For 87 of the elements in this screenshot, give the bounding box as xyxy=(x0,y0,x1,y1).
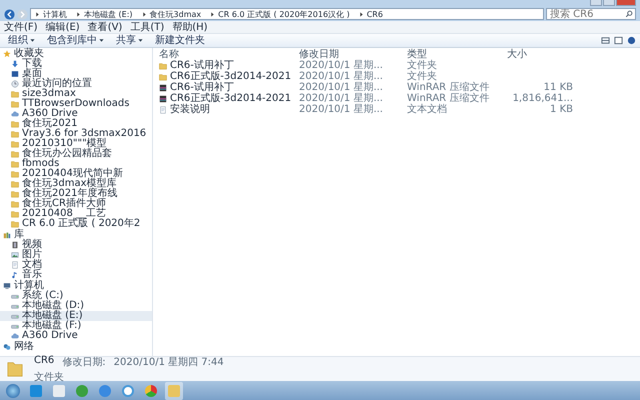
sidebar-item[interactable]: A360 Drive xyxy=(0,331,152,341)
cloud-icon xyxy=(11,332,19,340)
sidebar-item[interactable]: 食住玩2021 xyxy=(0,119,152,129)
drive-icon xyxy=(11,292,19,300)
maximize-button[interactable] xyxy=(603,0,615,6)
network-icon xyxy=(3,343,11,351)
film-icon xyxy=(11,241,19,249)
item-type: 文件夹 xyxy=(34,370,65,384)
menu-item[interactable]: 查看(V) xyxy=(88,22,122,32)
date-value: 2020/10/1 星期四 7:44 xyxy=(114,356,224,368)
download-icon xyxy=(11,60,19,68)
sidebar-heading[interactable]: 库 xyxy=(0,230,152,240)
sidebar-item[interactable]: 本地磁盘 (E:) xyxy=(0,311,152,321)
sidebar-item[interactable]: 视频 xyxy=(0,240,152,250)
toolbar-button[interactable]: 组织 xyxy=(4,35,39,46)
column-header[interactable]: 修改日期 xyxy=(299,48,407,60)
desktop-icon xyxy=(11,70,19,78)
column-header[interactable]: 大小 xyxy=(507,48,573,60)
search-icon[interactable] xyxy=(625,10,633,18)
sidebar-item[interactable]: 系统 (C:) xyxy=(0,291,152,301)
back-button[interactable] xyxy=(4,8,15,20)
sidebar-item[interactable]: 食住玩CR插件大师 xyxy=(0,199,152,209)
sidebar-item[interactable]: 食住玩3dmax模型库 xyxy=(0,179,152,189)
column-header[interactable]: 类型 xyxy=(407,48,507,60)
sidebar-item[interactable]: 20210408 __工艺 xyxy=(0,209,152,219)
document-icon xyxy=(11,261,19,269)
file-row[interactable]: 安装说明 2020/10/1 星期... 文本文档 1 KB xyxy=(159,104,640,115)
sidebar-item[interactable]: 20210310"""模型 xyxy=(0,139,152,149)
picture-icon xyxy=(11,251,19,259)
menu-item[interactable]: 文件(F) xyxy=(4,22,38,32)
menu-item[interactable]: 工具(T) xyxy=(130,22,164,32)
sidebar-item[interactable]: 桌面 xyxy=(0,69,152,79)
chevron-icon[interactable] xyxy=(35,12,40,16)
cloud-icon xyxy=(11,110,19,118)
archive-icon xyxy=(159,84,167,92)
item-name: CR6 xyxy=(34,354,54,368)
star-icon xyxy=(3,50,11,58)
sidebar-item[interactable]: CR 6.0 正式版 ( 2020年2 xyxy=(0,219,152,229)
drive-icon xyxy=(11,312,19,320)
preview-pane-icon[interactable] xyxy=(614,36,623,45)
sidebar-item[interactable]: 图片 xyxy=(0,250,152,260)
column-header[interactable]: 名称 xyxy=(159,48,299,60)
sidebar-item[interactable]: size3dmax xyxy=(0,89,152,99)
clock-icon xyxy=(11,80,19,88)
sidebar-item[interactable]: TTBrowserDownloads xyxy=(0,99,152,109)
chevron-icon[interactable] xyxy=(142,12,147,16)
toolbar-button[interactable]: 新建文件夹 xyxy=(151,35,209,46)
document-icon xyxy=(159,106,167,114)
file-row[interactable]: CR6正式版-3d2014-2021 2020/10/1 星期... WinRAR 压缩文件 1,816,641... xyxy=(159,93,640,104)
file-row[interactable]: CR6-试用补丁 2020/10/1 星期... 文件夹 xyxy=(159,60,640,71)
date-label: 修改日期: xyxy=(62,356,106,368)
menu-item[interactable]: 帮助(H) xyxy=(172,22,208,32)
chevron-icon[interactable] xyxy=(358,12,364,16)
archive-icon xyxy=(159,94,167,102)
sidebar-item[interactable]: 文档 xyxy=(0,260,152,270)
chevron-icon[interactable] xyxy=(210,12,216,16)
sidebar-item[interactable]: 下载 xyxy=(0,59,152,69)
sidebar-item[interactable]: 食住玩办公园精品套 xyxy=(0,149,152,159)
address-bar[interactable]: 计算机 本地磁盘 (E:) 食住玩3dmax CR 6.0 正式版 ( 2020年2016汉化 ) CR6 xyxy=(30,8,544,20)
drive-icon xyxy=(11,322,19,330)
sidebar-item[interactable]: 最近访问的位置 xyxy=(0,79,152,89)
drive-icon xyxy=(11,302,19,310)
sidebar-item[interactable]: fbmods xyxy=(0,159,152,169)
library-icon xyxy=(3,231,11,239)
sidebar-item[interactable]: 音乐 xyxy=(0,270,152,280)
computer-icon xyxy=(3,282,11,290)
sidebar-heading[interactable]: 计算机 xyxy=(0,281,152,291)
toolbar-button[interactable]: 共享 xyxy=(112,35,147,46)
file-row[interactable]: CR6正式版-3d2014-2021 2020/10/1 星期... 文件夹 xyxy=(159,71,640,82)
sidebar-item[interactable]: A360 Drive xyxy=(0,109,152,119)
chevron-icon[interactable] xyxy=(76,12,81,16)
sidebar-heading[interactable]: 收藏夹 xyxy=(0,49,152,59)
minimize-button[interactable] xyxy=(590,0,602,6)
toolbar-button[interactable]: 包含到库中 xyxy=(43,35,108,46)
sidebar-item[interactable]: 食住玩2021年度布线 xyxy=(0,189,152,199)
sidebar-item[interactable]: Vray3.6 for 3dsmax2016 xyxy=(0,129,152,139)
file-row[interactable]: CR6-试用补丁 2020/10/1 星期... WinRAR 压缩文件 11 KB xyxy=(159,82,640,93)
sidebar-item[interactable]: 本地磁盘 (D:) xyxy=(0,301,152,311)
folder-icon xyxy=(6,360,24,378)
menu-item[interactable]: 编辑(E) xyxy=(46,22,80,32)
view-options-icon[interactable] xyxy=(601,36,610,45)
sidebar-item[interactable]: 本地磁盘 (F:) xyxy=(0,321,152,331)
sidebar-item[interactable]: 20210404现代简中新 xyxy=(0,169,152,179)
search-field[interactable]: 搜索 CR6 xyxy=(546,8,636,20)
start-button[interactable] xyxy=(4,382,22,400)
music-note-icon xyxy=(11,271,19,279)
sidebar-heading[interactable]: 网络 xyxy=(0,342,152,352)
